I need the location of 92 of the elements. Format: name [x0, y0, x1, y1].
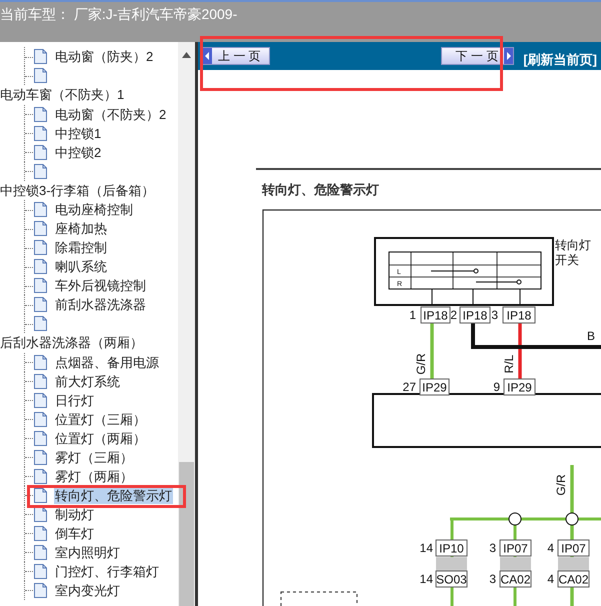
pin-number: 4	[547, 572, 554, 586]
pin-number: 27	[402, 380, 416, 394]
file-icon	[34, 354, 47, 370]
scrollbar-thumb[interactable]	[179, 462, 194, 606]
connector-label: IP29	[504, 378, 536, 395]
pin-number: 3	[489, 540, 496, 554]
file-icon	[34, 374, 47, 388]
scrollbar[interactable]	[178, 42, 195, 606]
connector-label: IP18	[502, 306, 536, 323]
tree-item[interactable]: 倒车灯	[54, 524, 95, 542]
tree-item[interactable]: 位置灯（两厢）	[54, 430, 147, 446]
connector-label: CA02	[500, 570, 532, 587]
tree-item[interactable]: 电动座椅控制	[54, 201, 134, 218]
tree-item[interactable]: 门控灯、行李箱灯	[54, 562, 160, 580]
refresh-link[interactable]: [刷新当前页]	[523, 50, 597, 70]
next-page-button[interactable]: 下 一 页	[440, 47, 514, 65]
connector-label: IP18	[420, 306, 450, 323]
tree-item[interactable]: 中控锁1	[54, 124, 102, 142]
wire-label: G/R	[414, 352, 428, 374]
pin-number: 3	[489, 572, 496, 586]
file-icon	[34, 468, 47, 484]
tree-item[interactable]: 前大灯系统	[54, 372, 121, 390]
tree-item[interactable]: 制动灯	[54, 506, 95, 522]
pin-number: 1	[409, 308, 416, 322]
wire-label: G/R	[554, 474, 568, 496]
pin-number: 3	[491, 308, 498, 322]
file-icon	[34, 392, 47, 408]
connector-label: IP07	[558, 539, 590, 556]
tree-item[interactable]: 车外后视镜控制	[54, 277, 147, 294]
file-icon	[34, 49, 47, 64]
file-icon	[34, 240, 47, 255]
file-icon	[34, 202, 47, 217]
file-icon	[34, 544, 47, 560]
wire-label: R/L	[502, 354, 516, 373]
tree-item[interactable]: 雾灯（两厢）	[54, 468, 134, 484]
tree-item[interactable]: 室内变光灯	[54, 582, 121, 598]
tree-item[interactable]: 电动车窗（不防夹）1	[0, 85, 124, 104]
pin-number: 4	[547, 540, 554, 554]
file-icon	[34, 488, 47, 502]
file-icon	[34, 297, 47, 312]
file-icon	[34, 164, 47, 178]
tree-item[interactable]: 中控锁2	[54, 144, 102, 160]
tree-item[interactable]: 中控锁3-行李箱（后备箱）	[0, 180, 155, 200]
splice-node	[508, 512, 522, 525]
file-icon	[34, 144, 47, 160]
file-icon	[34, 126, 47, 140]
pin-number: 9	[493, 380, 500, 394]
file-icon	[34, 564, 47, 578]
connector-label: CA02	[558, 570, 590, 587]
connector-label: SO03	[436, 570, 468, 587]
splice-node	[566, 512, 578, 525]
wire-label: B	[587, 328, 596, 342]
file-icon	[34, 221, 47, 236]
file-icon	[34, 526, 47, 540]
file-icon	[34, 68, 47, 83]
file-icon	[34, 106, 47, 122]
file-icon	[34, 316, 47, 331]
scroll-up-icon[interactable]	[182, 52, 191, 58]
tree-item[interactable]: 点烟器、备用电源	[54, 354, 160, 370]
tree-item[interactable]: 前刮水器洗涤器	[54, 296, 147, 313]
file-icon	[34, 450, 47, 464]
tree-item[interactable]: 除霜控制	[54, 239, 108, 256]
tree-item[interactable]: 位置灯（三厢）	[54, 410, 147, 428]
connector-label: IP29	[420, 378, 450, 395]
file-icon	[34, 278, 47, 293]
file-icon	[34, 506, 47, 522]
connector-label: IP10	[436, 539, 468, 556]
pin-number: 14	[420, 572, 433, 586]
tree-item[interactable]: 电动窗（防夹）2	[54, 48, 154, 65]
file-icon	[34, 412, 47, 426]
tree-item[interactable]: 喇叭系统	[54, 258, 108, 275]
connector-body	[500, 556, 531, 570]
switch-label: 开关	[555, 252, 579, 266]
previous-page-button[interactable]: 上 一 页	[202, 47, 270, 65]
connector-label: IP18	[460, 306, 490, 323]
switch-label: 转向灯	[555, 238, 591, 252]
tree-item[interactable]: 电动窗（不防夹）2	[54, 106, 168, 122]
tree-item[interactable]: 雾灯（三厢）	[54, 448, 134, 466]
tree-item[interactable]: 座椅加热	[54, 220, 108, 237]
connector-body	[436, 556, 467, 570]
file-icon	[34, 582, 47, 598]
window-title: 当前车型： 厂家:J-吉利汽车帝豪2009-	[0, 6, 238, 22]
tree-item[interactable]: 后刮水器洗涤器（两厢）	[0, 333, 143, 352]
file-icon	[34, 430, 47, 446]
diagram-title: 转向灯、危险警示灯	[262, 181, 380, 199]
file-icon	[34, 259, 47, 274]
tree-item[interactable]: 室内照明灯	[54, 544, 121, 560]
connector-body	[558, 556, 589, 570]
pin-number: 2	[450, 308, 457, 322]
pin-number: 14	[420, 540, 433, 554]
tree-item[interactable]: 日行灯	[54, 392, 95, 408]
connector-label: IP07	[500, 539, 532, 556]
